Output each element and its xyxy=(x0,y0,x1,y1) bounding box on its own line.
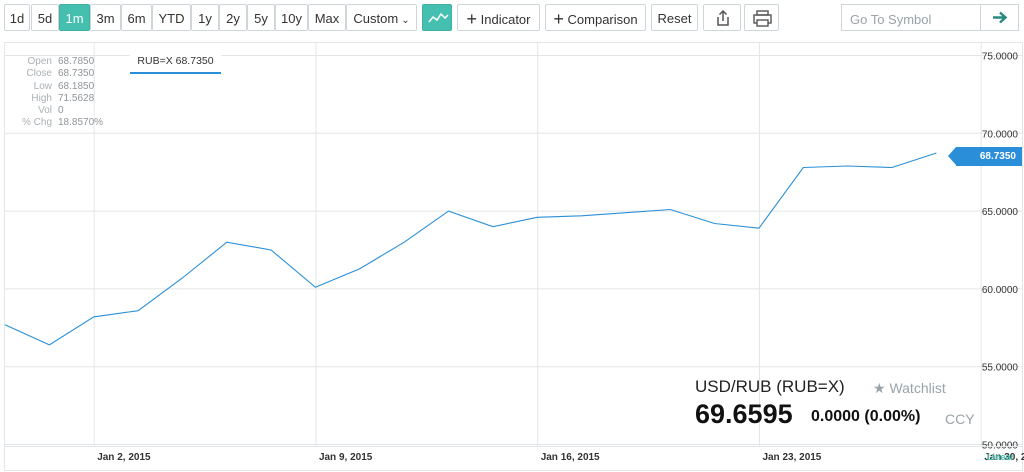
data-point[interactable] xyxy=(46,342,52,348)
data-point[interactable] xyxy=(312,284,318,290)
ohlc-value: 68.1850 xyxy=(58,80,95,92)
watchlist-button[interactable]: ★ Watchlist xyxy=(873,380,946,397)
quote-currency: CCY xyxy=(945,411,975,427)
ohlc-key: Low xyxy=(33,80,52,92)
data-point[interactable] xyxy=(756,225,762,231)
data-point[interactable] xyxy=(135,308,141,314)
ohlc-row: % Chg 18.8570% xyxy=(10,117,103,129)
change-value: 0.0000 xyxy=(811,408,860,425)
watchlist-label: Watchlist xyxy=(889,380,946,396)
ohlc-key: Open xyxy=(27,56,52,67)
ohlc-row: High 71.5628 xyxy=(10,93,103,105)
ohlc-value: 0 xyxy=(58,105,64,117)
data-point[interactable] xyxy=(845,163,851,169)
quote-title: USD/RUB (RUB=X) xyxy=(695,377,845,396)
quote-change: 0.0000 (0.00%) xyxy=(811,408,920,426)
data-point[interactable] xyxy=(268,247,274,253)
ohlc-key: Close xyxy=(26,68,52,80)
ohlc-row: Low 68.1850 xyxy=(10,81,103,93)
data-point[interactable] xyxy=(889,165,895,171)
data-point[interactable] xyxy=(2,322,8,328)
quote-price: 69.6595 xyxy=(695,399,793,429)
x-tick-label: Jan 9, 2015 xyxy=(319,452,373,463)
series-legend[interactable]: RUB=X 68.7350 xyxy=(130,53,221,74)
ohlc-key: High xyxy=(31,92,52,104)
x-tick-label: Jan 16, 2015 xyxy=(541,452,600,463)
quote-panel: USD/RUB (RUB=X) ★ Watchlist 69.6595 0.00… xyxy=(695,377,975,429)
data-point[interactable] xyxy=(490,224,496,230)
last-price-tag: 68.7350 xyxy=(948,147,1022,166)
y-tick-label: 75.0000 xyxy=(982,52,1019,63)
data-point[interactable] xyxy=(534,214,540,220)
data-point[interactable] xyxy=(667,207,673,213)
series-line-rub xyxy=(4,152,937,346)
data-point[interactable] xyxy=(179,275,185,281)
data-point[interactable] xyxy=(623,210,629,216)
data-point[interactable] xyxy=(712,221,718,227)
scale-toggle[interactable]: Linear xyxy=(987,452,1014,462)
y-tick-label: 60.0000 xyxy=(982,285,1019,296)
y-tick-label: 55.0000 xyxy=(982,363,1019,374)
star-icon: ★ xyxy=(873,380,886,396)
change-percent: (0.00%) xyxy=(864,408,921,425)
ohlc-panel: Open 68.7850 Close 68.7350 Low 68.1850 High… xyxy=(10,56,103,130)
data-point[interactable] xyxy=(401,239,407,245)
data-point[interactable] xyxy=(579,213,585,219)
data-point[interactable] xyxy=(357,266,363,272)
data-point[interactable] xyxy=(91,314,97,320)
ohlc-row: Vol 0 xyxy=(10,105,103,117)
ohlc-row: Close 68.7350 xyxy=(10,68,103,80)
ohlc-value: 71.5628 xyxy=(58,92,95,104)
data-point[interactable] xyxy=(933,150,939,156)
chart-frame xyxy=(4,42,1023,471)
data-point[interactable] xyxy=(224,239,230,245)
ohlc-row: Open 68.7850 xyxy=(10,56,103,68)
ohlc-key: % Chg xyxy=(21,117,52,129)
y-tick-label: 65.0000 xyxy=(982,207,1019,218)
x-tick-label: Jan 2, 2015 xyxy=(97,452,151,463)
ohlc-key: Vol xyxy=(38,105,52,117)
ohlc-value: 68.7850 xyxy=(58,56,95,67)
x-tick-label: Jan 23, 2015 xyxy=(762,452,821,463)
data-point[interactable] xyxy=(800,165,806,171)
ohlc-value: 68.7350 xyxy=(58,68,95,80)
ohlc-value: 18.8570% xyxy=(58,117,104,129)
data-point[interactable] xyxy=(446,208,452,214)
y-tick-label: 70.0000 xyxy=(982,129,1019,140)
